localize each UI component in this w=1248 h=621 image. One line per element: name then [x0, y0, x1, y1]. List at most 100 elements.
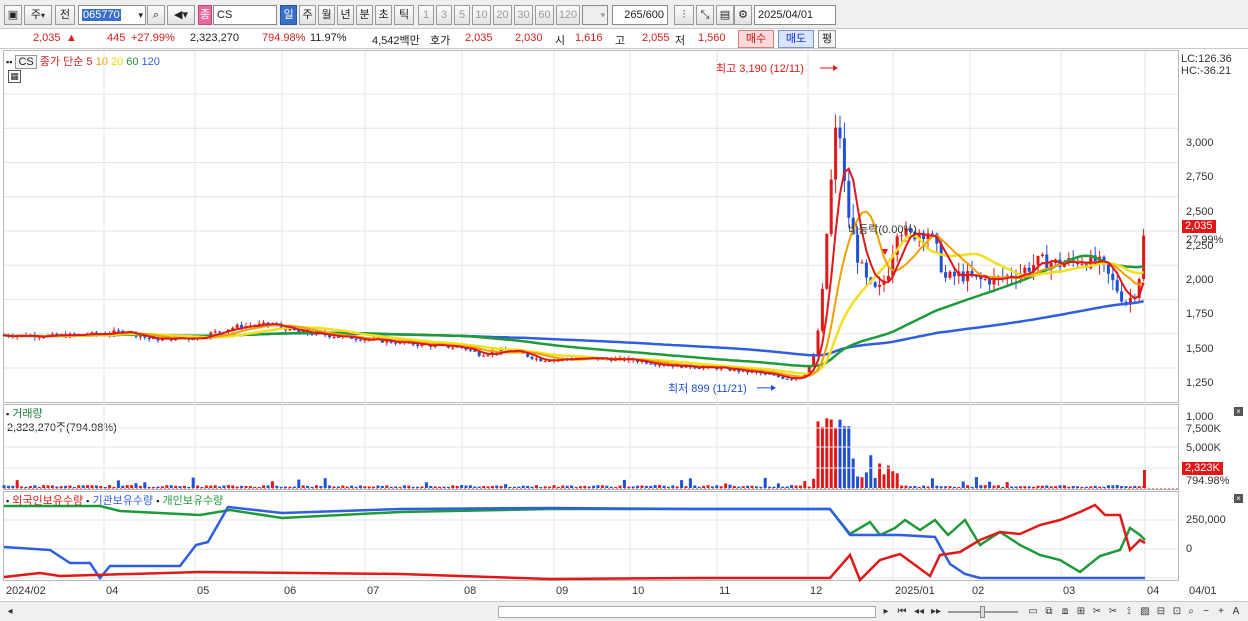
volume-bar — [81, 485, 85, 488]
candle-body — [1036, 255, 1040, 266]
volume-bar — [218, 486, 222, 488]
gear-icon[interactable]: ⚙ — [734, 5, 752, 25]
scroll-left-icon[interactable]: ◂ — [3, 605, 17, 619]
prev-button[interactable]: 전 — [55, 5, 75, 25]
candle-body — [834, 127, 838, 180]
mark-icon[interactable]: ⟟ — [1122, 605, 1136, 619]
scroll-thumb[interactable] — [498, 606, 876, 618]
toolbar: ▣ 주▾ 전 065770 ▾ ⌕ ◀▾ 종 CS 일 주 월 년 분 초 틱 … — [0, 0, 1248, 29]
layout-icon[interactable]: ▭ — [1026, 605, 1040, 619]
step-back-icon[interactable]: ◂◂ — [912, 605, 926, 619]
candle-body — [468, 349, 472, 351]
jump-start-icon[interactable]: ⏮ — [895, 605, 909, 619]
tab-tick[interactable]: 틱 — [394, 5, 414, 25]
compare-icon[interactable]: ⧈ — [1058, 605, 1072, 619]
stock-code-input[interactable]: 065770 ▾ — [78, 5, 146, 25]
volume-bar — [138, 485, 142, 488]
chevron-down-icon[interactable]: ▾ — [138, 6, 143, 24]
volume-bar — [715, 485, 719, 488]
step-forward-icon[interactable]: ▸▸ — [929, 605, 943, 619]
volume-bar — [988, 481, 992, 488]
volume-bar — [336, 486, 340, 488]
stock-type-badge: 종 — [198, 5, 212, 25]
x-axis-label: 11 — [719, 585, 731, 597]
volume-bar — [103, 486, 107, 488]
minute-120[interactable]: 120 — [556, 5, 580, 25]
volume-bar — [222, 485, 226, 488]
save-icon[interactable]: ▤ — [716, 5, 734, 25]
candle-body — [534, 358, 538, 360]
cut-icon[interactable]: ✂ — [1106, 605, 1120, 619]
volume-bar — [328, 485, 332, 488]
volume-bar — [605, 485, 609, 488]
minute-custom-select[interactable]: ▾ — [582, 5, 608, 25]
minute-30[interactable]: 30 — [514, 5, 533, 25]
drawing-tool-icon[interactable]: ⤡ — [696, 5, 714, 25]
minute-60[interactable]: 60 — [535, 5, 554, 25]
volume-bar — [350, 485, 354, 488]
font-size-icon[interactable]: A — [1229, 605, 1243, 619]
candle-body — [873, 282, 877, 287]
volume-bar — [860, 477, 864, 488]
tab-day[interactable]: 일 — [280, 5, 297, 25]
scroll-right-icon[interactable]: ▸ — [879, 605, 893, 619]
minute-3[interactable]: 3 — [436, 5, 452, 25]
gradient-icon[interactable]: ▨ — [1138, 605, 1152, 619]
volume-bar — [473, 486, 477, 488]
search-icon[interactable]: ⌕ — [147, 5, 165, 25]
buy-button[interactable]: 매수 — [738, 30, 774, 48]
zoom-search-icon[interactable]: ⌕ — [1184, 605, 1198, 619]
volume-bar — [1049, 486, 1053, 488]
speaker-icon[interactable]: ◀▾ — [167, 5, 195, 25]
crosshair-icon[interactable]: ⊡ — [1170, 605, 1184, 619]
volume-bar — [794, 485, 798, 488]
chart-menu-icon[interactable]: ▣ — [4, 5, 22, 25]
tab-second[interactable]: 초 — [375, 5, 392, 25]
volume-bar — [174, 485, 178, 488]
tab-month[interactable]: 월 — [318, 5, 335, 25]
volume-bar — [59, 486, 63, 488]
volume-bar — [50, 485, 54, 488]
minute-5[interactable]: 5 — [454, 5, 470, 25]
volume-bar — [570, 485, 574, 488]
indicator-icon[interactable]: ⊞ — [1074, 605, 1088, 619]
candle-body — [358, 339, 362, 341]
volume-bar — [288, 486, 292, 488]
date-field[interactable]: 2025/04/01 — [754, 5, 836, 25]
view-count-field[interactable]: 265/600 — [612, 5, 668, 25]
volume-bar — [6, 485, 10, 488]
volume-bar — [72, 486, 76, 488]
volume-bar — [609, 486, 613, 488]
stock-name-field[interactable]: CS — [213, 5, 277, 25]
volume-bar — [644, 485, 648, 488]
candle-type-icon[interactable]: ⫶ — [674, 5, 694, 25]
volume-bar — [838, 419, 842, 488]
volume-bar — [957, 486, 961, 488]
volume-bar — [24, 486, 28, 488]
volume-bar — [240, 485, 244, 488]
minute-20[interactable]: 20 — [493, 5, 512, 25]
layout-split-icon[interactable]: ⧉ — [1042, 605, 1056, 619]
sell-button[interactable]: 매도 — [778, 30, 814, 48]
period-select[interactable]: 주▾ — [24, 5, 52, 25]
reset-icon[interactable]: ⊟ — [1154, 605, 1168, 619]
candle-body — [829, 179, 833, 235]
volume-bar — [376, 485, 380, 488]
average-button[interactable]: 평 — [818, 30, 836, 48]
scissors-icon[interactable]: ✂ — [1090, 605, 1104, 619]
zoom-out-icon[interactable]: − — [1199, 605, 1213, 619]
volume-bar — [873, 477, 877, 488]
horizontal-scrollbar[interactable]: ◂ ▸ ⏮ ◂◂ ▸▸ ▭ ⧉ ⧈ ⊞ ✂ ✂ ⟟ ▨ ⊟ ⊡ ⌕ − + A — [0, 601, 1248, 621]
candle-body — [878, 284, 882, 287]
tab-week[interactable]: 주 — [299, 5, 316, 25]
minute-10[interactable]: 10 — [472, 5, 491, 25]
tab-minute[interactable]: 분 — [356, 5, 373, 25]
minute-1[interactable]: 1 — [418, 5, 434, 25]
candle-body — [1115, 280, 1119, 292]
volume-bar — [1080, 486, 1084, 488]
volume-bar — [279, 486, 283, 488]
volume-bar — [11, 485, 15, 488]
tab-year[interactable]: 년 — [337, 5, 354, 25]
zoom-in-icon[interactable]: + — [1214, 605, 1228, 619]
zoom-slider-handle[interactable] — [980, 606, 985, 618]
